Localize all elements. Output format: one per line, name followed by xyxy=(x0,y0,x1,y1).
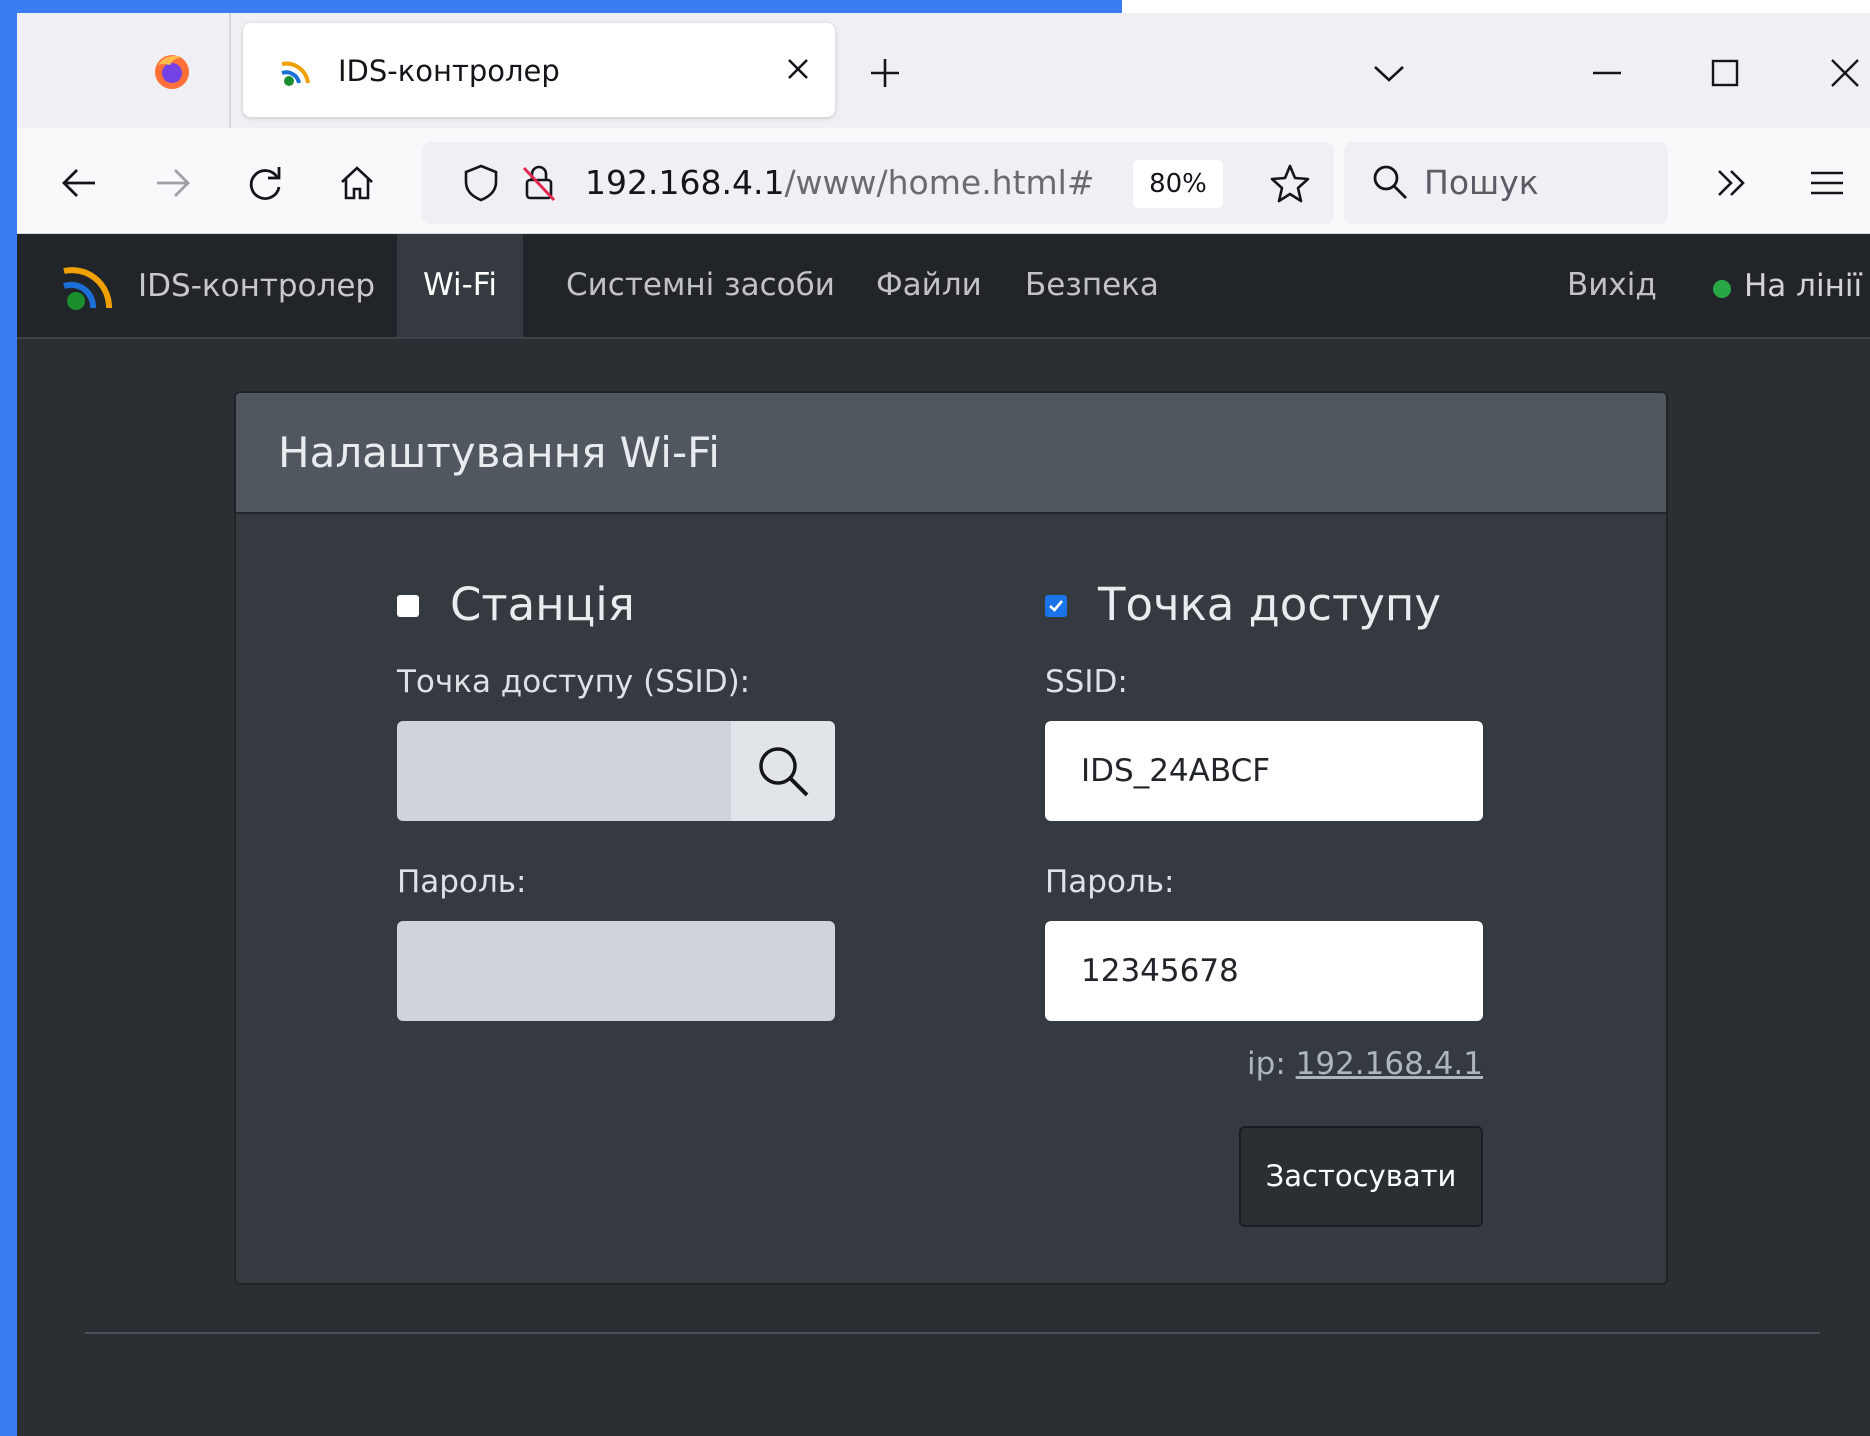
overflow-chevrons-icon[interactable] xyxy=(1711,161,1755,205)
window-close-icon[interactable] xyxy=(1825,53,1865,93)
site-navbar: IDS-контролер Wi-Fi Системні засоби Файл… xyxy=(17,234,1870,339)
chevron-down-icon[interactable] xyxy=(1369,53,1409,93)
ap-ip-line: ip: 192.168.4.1 xyxy=(1247,1044,1483,1084)
apply-button[interactable]: Застосувати xyxy=(1239,1126,1483,1227)
ap-password-label: Пароль: xyxy=(1045,864,1175,900)
minimize-icon[interactable] xyxy=(1587,53,1627,93)
station-label: Станція xyxy=(450,578,635,631)
tab-title: IDS-контролер xyxy=(338,54,560,88)
desktop-background xyxy=(1122,0,1870,13)
zoom-indicator[interactable]: 80% xyxy=(1133,160,1223,208)
url-host: 192.168.4.1 xyxy=(585,163,785,202)
ap-ssid-label: SSID: xyxy=(1045,664,1128,700)
ap-ssid-input[interactable]: IDS_24ABCF xyxy=(1045,721,1483,821)
card-header: Налаштування Wi-Fi xyxy=(236,393,1666,514)
home-icon[interactable] xyxy=(335,161,379,205)
access-point-label: Точка доступу xyxy=(1098,578,1441,631)
reload-icon[interactable] xyxy=(243,161,287,205)
url-bar[interactable]: 192.168.4.1/www/home.html# 80% xyxy=(422,142,1334,224)
nav-item-wifi[interactable]: Wi-Fi xyxy=(397,234,523,337)
search-icon xyxy=(1373,165,1407,199)
insecure-lock-icon[interactable] xyxy=(518,162,560,204)
station-password-input[interactable] xyxy=(397,921,835,1021)
online-status-text: На лінії xyxy=(1744,268,1863,304)
firefox-logo-icon[interactable] xyxy=(152,51,192,91)
tab-divider xyxy=(229,13,231,128)
shield-icon[interactable] xyxy=(460,162,502,204)
wifi-logo-icon[interactable] xyxy=(59,256,121,318)
nav-item-system-tools[interactable]: Системні засоби xyxy=(540,234,861,337)
forward-arrow-icon[interactable] xyxy=(151,161,195,205)
nav-item-files[interactable]: Файли xyxy=(850,234,1008,337)
magnifier-icon xyxy=(759,747,809,797)
ip-prefix: ip: xyxy=(1247,1046,1286,1082)
wifi-settings-card: Налаштування Wi-Fi Станція Точка доступу… xyxy=(234,391,1668,1285)
web-page: IDS-контролер Wi-Fi Системні засоби Файл… xyxy=(17,234,1870,1436)
nav-item-security[interactable]: Безпека xyxy=(999,234,1185,337)
tab-active[interactable]: IDS-контролер xyxy=(243,23,835,117)
brand-name[interactable]: IDS-контролер xyxy=(138,266,375,306)
ssid-scan-button[interactable] xyxy=(731,721,835,821)
access-point-checkbox[interactable] xyxy=(1045,595,1067,617)
plus-icon[interactable] xyxy=(865,53,905,93)
nav-item-logout[interactable]: Вихід xyxy=(1541,234,1683,337)
station-password-label: Пароль: xyxy=(397,864,527,900)
star-icon[interactable] xyxy=(1268,162,1312,206)
checkmark-icon xyxy=(1049,600,1063,612)
url-path: /www/home.html# xyxy=(784,163,1095,202)
card-title: Налаштування Wi-Fi xyxy=(278,428,720,477)
online-status-dot xyxy=(1713,280,1731,298)
url-text[interactable]: 192.168.4.1/www/home.html# xyxy=(585,162,1095,204)
close-icon[interactable] xyxy=(778,49,818,89)
station-checkbox[interactable] xyxy=(397,595,419,617)
search-bar[interactable]: Пошук xyxy=(1344,142,1668,224)
station-ssid-label: Точка доступу (SSID): xyxy=(397,664,751,700)
ap-password-input[interactable]: 12345678 xyxy=(1045,921,1483,1021)
browser-window: IDS-контролер 192.168.4.1/www/home.html#… xyxy=(17,13,1870,1436)
station-ssid-input[interactable] xyxy=(397,721,731,821)
wifi-logo-icon xyxy=(281,61,310,86)
tab-bar: IDS-контролер xyxy=(17,13,1870,128)
navigation-toolbar: 192.168.4.1/www/home.html# 80% Пошук xyxy=(17,128,1870,234)
hamburger-menu-icon[interactable] xyxy=(1805,161,1849,205)
maximize-icon[interactable] xyxy=(1705,53,1745,93)
footer-divider xyxy=(85,1332,1820,1334)
search-placeholder: Пошук xyxy=(1424,163,1539,202)
ip-link[interactable]: 192.168.4.1 xyxy=(1296,1046,1483,1082)
back-arrow-icon[interactable] xyxy=(57,161,101,205)
